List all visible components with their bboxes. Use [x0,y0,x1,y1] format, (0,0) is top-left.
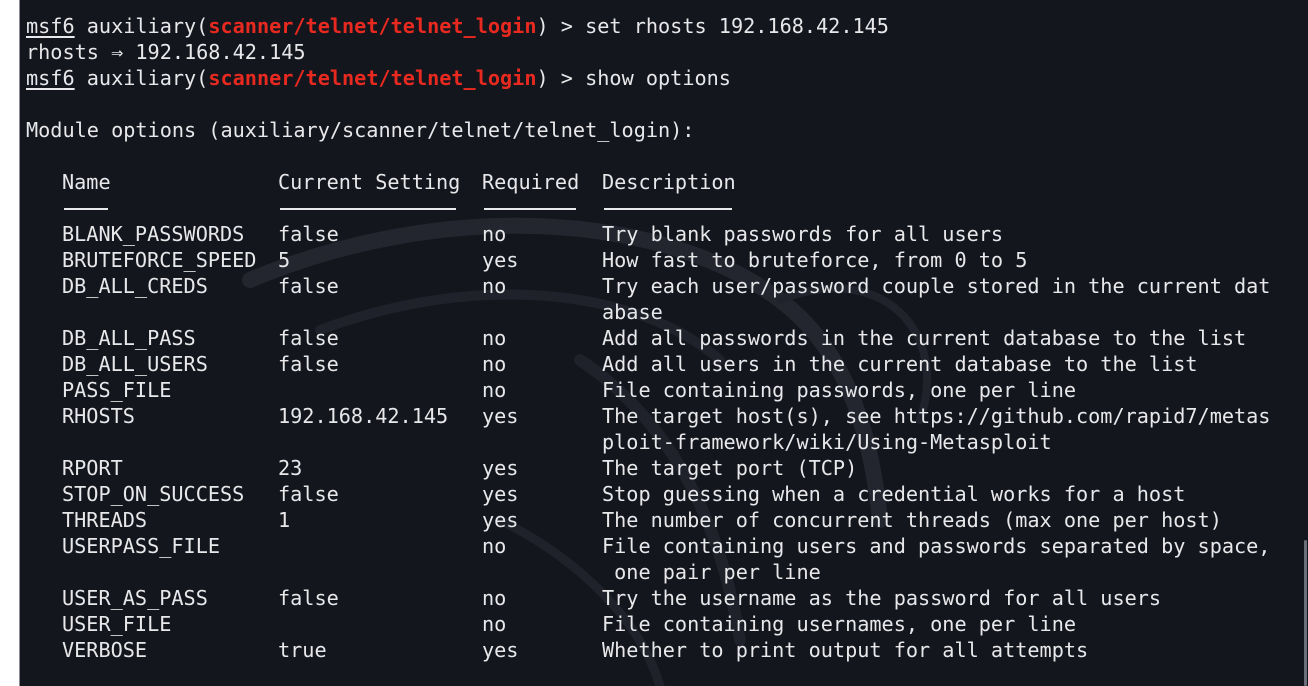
option-current-setting: 5 [278,248,291,272]
msf-prompt: msf6 [26,14,75,38]
header-rule-current-setting [280,208,456,210]
option-description: The number of concurrent threads (max on… [602,508,1222,532]
header-rule-description [604,208,732,210]
option-description: Add all passwords in the current databas… [602,326,1247,350]
option-name: THREADS [62,508,148,532]
option-required: yes [482,456,519,480]
option-required: no [482,222,507,246]
option-description: Try the username as the password for all… [602,586,1162,610]
option-description: File containing passwords, one per line [602,378,1077,402]
option-name: DB_ALL_PASS [62,326,196,350]
option-required: no [482,378,507,402]
option-name: BRUTEFORCE_SPEED [62,248,257,272]
option-current-setting: 1 [278,508,291,532]
scrollbar[interactable] [1304,540,1307,686]
option-current-setting: false [278,222,339,246]
option-description: File containing usernames, one per line [602,612,1077,636]
option-description: File containing users and passwords sepa… [602,534,1271,558]
prompt-suffix: ) > [536,66,586,90]
option-required: no [482,352,507,376]
option-current-setting: false [278,482,339,506]
option-name: USER_FILE [62,612,172,636]
option-current-setting: 23 [278,456,303,480]
prompt-suffix: ) > [536,14,586,38]
option-description: How fast to bruteforce, from 0 to 5 [602,248,1028,272]
column-header-name: Name [62,170,111,194]
column-header-description: Description [602,170,736,194]
option-name: RPORT [62,456,123,480]
command-text: show options [585,66,731,90]
column-header-required: Required [482,170,580,194]
option-current-setting: 192.168.42.145 [278,404,449,428]
option-required: no [482,326,507,350]
option-required: yes [482,404,519,428]
option-name: DB_ALL_USERS [62,352,208,376]
module-name: scanner/telnet/telnet_login [208,14,537,38]
option-current-setting: false [278,586,339,610]
option-required: yes [482,638,519,662]
header-rule-required [484,208,576,210]
option-current-setting: false [278,274,339,298]
command-output: rhosts ⇒ 192.168.42.145 [26,40,306,64]
option-description: Try each user/password couple stored in … [602,274,1271,298]
option-name: RHOSTS [62,404,135,428]
option-description: Whether to print output for all attempts [602,638,1089,662]
module-name: scanner/telnet/telnet_login [208,66,537,90]
option-description: abase [602,300,663,324]
option-name: DB_ALL_CREDS [62,274,208,298]
option-name: USERPASS_FILE [62,534,221,558]
option-current-setting: true [278,638,327,662]
command-text: set rhosts 192.168.42.145 [585,14,889,38]
msf-prompt: msf6 [26,66,75,90]
option-name: VERBOSE [62,638,148,662]
option-name: STOP_ON_SUCCESS [62,482,245,506]
prompt-line-1: msf6 auxiliary(scanner/telnet/telnet_log… [26,13,889,39]
option-description: Stop guessing when a credential works fo… [602,482,1186,506]
option-current-setting: false [278,352,339,376]
prompt-prefix: auxiliary( [74,66,209,90]
terminal-window[interactable]: msf6 auxiliary(scanner/telnet/telnet_log… [19,0,1308,686]
option-description: one pair per line [602,560,821,584]
option-name: BLANK_PASSWORDS [62,222,245,246]
prompt-line-2: msf6 auxiliary(scanner/telnet/telnet_log… [26,65,731,91]
option-current-setting: false [278,326,339,350]
module-options-heading: Module options (auxiliary/scanner/telnet… [26,118,695,142]
option-description: Try blank passwords for all users [602,222,1004,246]
option-required: no [482,274,507,298]
option-required: no [482,586,507,610]
header-rule-name [64,208,108,210]
option-required: yes [482,508,519,532]
prompt-prefix: auxiliary( [74,14,209,38]
option-name: PASS_FILE [62,378,172,402]
column-header-current-setting: Current Setting [278,170,461,194]
option-description: ploit-framework/wiki/Using-Metasploit [602,430,1052,454]
option-required: no [482,612,507,636]
option-required: yes [482,482,519,506]
option-name: USER_AS_PASS [62,586,208,610]
option-required: yes [482,248,519,272]
option-description: Add all users in the current database to… [602,352,1198,376]
option-required: no [482,534,507,558]
option-description: The target port (TCP) [602,456,858,480]
option-description: The target host(s), see https://github.c… [602,404,1271,428]
